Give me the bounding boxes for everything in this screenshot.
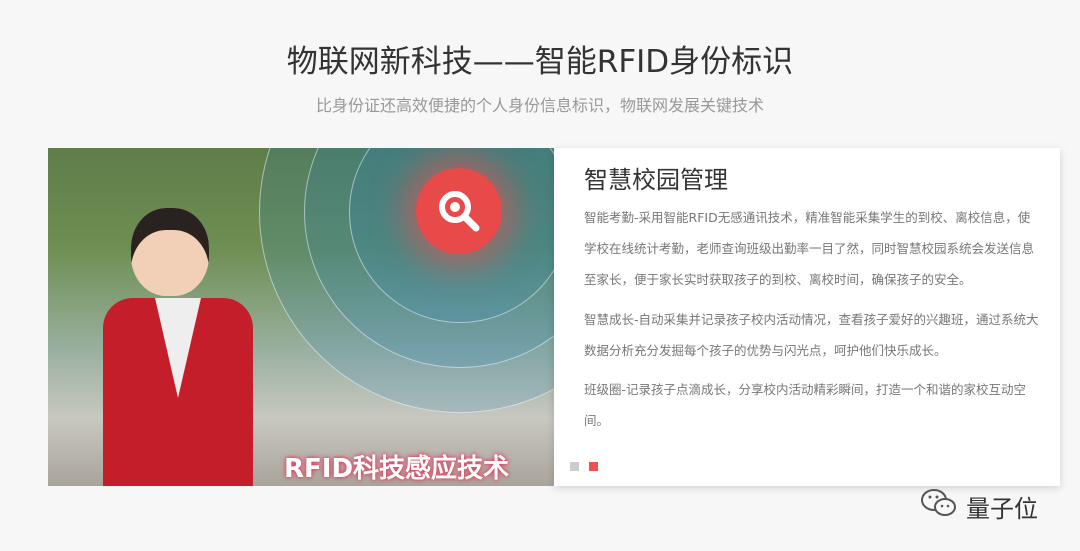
carousel-dot-1[interactable] [570,462,579,471]
child-figure [103,208,253,486]
rfid-photo: RFID科技感应技术 [48,148,554,486]
paragraph-attendance: 智能考勤-采用智能RFID无感通讯技术，精准智能采集学生的到校、离校信息，使学校… [584,210,1035,287]
watermark-text: 量子位 [966,494,1038,523]
search-icon [416,168,502,254]
page-subtitle: 比身份证还高效便捷的个人身份信息标识，物联网发展关键技术 [315,96,764,115]
page-title: 物联网新科技——智能RFID身份标识 [286,44,794,80]
card-title: 智慧校园管理 [584,166,728,194]
paragraph-growth: 智慧成长-自动采集并记录孩子校内活动情况，查看孩子爱好的兴趣班，通过系统大数据分… [584,312,1039,358]
carousel-dot-2[interactable] [589,462,598,471]
paragraph-class-circle: 班级圈-记录孩子点滴成长，分享校内活动精彩瞬间，打造一个和谐的家校互动空间。 [584,382,1027,428]
carousel-indicator [570,462,598,471]
watermark: 量子位 [920,488,1038,524]
banner-text: RFID科技感应技术 [284,454,510,484]
wechat-icon [920,488,958,524]
info-card: 智慧校园管理 智能考勤-采用智能RFID无感通讯技术，精准智能采集学生的到校、离… [554,148,1060,486]
